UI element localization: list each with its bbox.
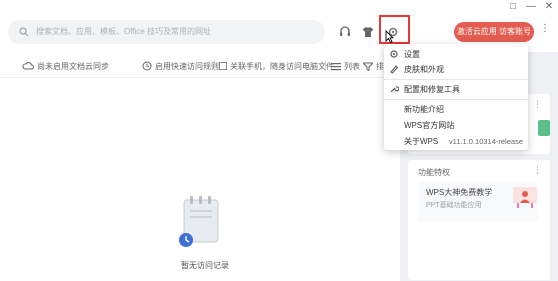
toolbar: 尚未启用文档云同步 启用快速访问规则 关联手机，随身访问电脑文件 列表 排 [0,52,400,78]
menu-item-about[interactable]: 关于WPS v11.1.0.10314-release [384,134,528,148]
gear-icon [390,50,398,58]
green-badge [538,120,550,136]
menu-item-repair-tool[interactable]: 配置和修复工具 [384,82,528,96]
menu-item-new-features[interactable]: 新功能介绍 [384,102,528,116]
menu-item-label: 皮肤和外观 [404,64,444,74]
restore-icon[interactable]: □ [506,0,520,14]
quick-access-item[interactable]: 启用快速访问规则 [142,60,219,72]
activate-account-button[interactable]: 激活云应用 访客账号 [454,22,534,42]
menu-item-label: 配置和修复工具 [404,84,460,94]
cloud-sync-label: 尚未启用文档云同步 [37,61,109,71]
empty-state-text: 暂无访问记录 [181,261,229,270]
teacher-illustration-icon [513,187,537,208]
card-more-icon[interactable]: ⋮ [533,99,542,110]
search-input[interactable]: 搜索文档、应用、模板、Office 技巧及常用的网址 [36,26,211,37]
wrench-icon [390,86,399,93]
brush-icon [390,65,399,74]
skin-icon[interactable] [361,25,375,39]
phone-link-checkbox[interactable] [219,62,227,70]
menu-item-settings[interactable]: 设置 [384,47,528,61]
cursor-icon [385,30,394,43]
feature-more-icon[interactable]: ⋮ [533,165,542,176]
menu-item-label: 关于WPS [404,136,439,146]
filter-icon [363,62,373,71]
quick-access-label: 启用快速访问规则 [155,61,219,71]
menu-divider [384,99,528,100]
menu-item-label: 新功能介绍 [404,104,444,114]
menu-item-label: 设置 [404,49,420,59]
sort-item[interactable]: 排 [363,60,384,72]
promo-subtitle: PPT基础功能应用 [426,202,482,209]
list-view-item[interactable]: 列表 [331,60,360,72]
search-icon [19,27,29,37]
title-bar: □ — ✕ [0,0,558,14]
feature-card: 功能特权 ⋮ WPS大神免费教学 PPT基础功能应用 [408,160,550,280]
rule-icon [142,61,152,71]
list-view-label: 列表 [344,61,360,71]
settings-dropdown-menu: 设置 皮肤和外观 配置和修复工具 新功能介绍 WPS官方网站 关于WPS v11… [384,44,528,150]
more-icon[interactable]: ⋮ [540,23,550,34]
close-icon[interactable]: ✕ [542,0,556,14]
empty-document-icon [179,196,219,247]
highlight-box [379,15,410,44]
sort-label: 排 [376,61,384,71]
headset-icon[interactable] [338,25,352,39]
minimize-icon[interactable]: — [524,0,538,14]
search-box[interactable]: 搜索文档、应用、模板、Office 技巧及常用的网址 [8,20,325,44]
version-label: v11.1.0.10314-release [448,136,523,146]
list-icon [331,62,341,70]
menu-item-label: WPS官方网站 [404,120,455,130]
phone-link-item[interactable]: 关联手机，随身访问电脑文件 [219,60,334,72]
menu-divider [384,79,528,80]
cloud-sync-item[interactable]: 尚未启用文档云同步 [22,60,109,72]
toolbar-divider [325,61,326,71]
cloud-icon [22,62,34,70]
feature-card-title: 功能特权 [418,168,450,177]
promo-title: WPS大神免费教学 [426,188,493,197]
menu-item-official-site[interactable]: WPS官方网站 [384,118,528,132]
toolbar-divider [214,61,215,71]
phone-link-label: 关联手机，随身访问电脑文件 [230,61,334,71]
menu-item-skin[interactable]: 皮肤和外观 [384,62,528,76]
